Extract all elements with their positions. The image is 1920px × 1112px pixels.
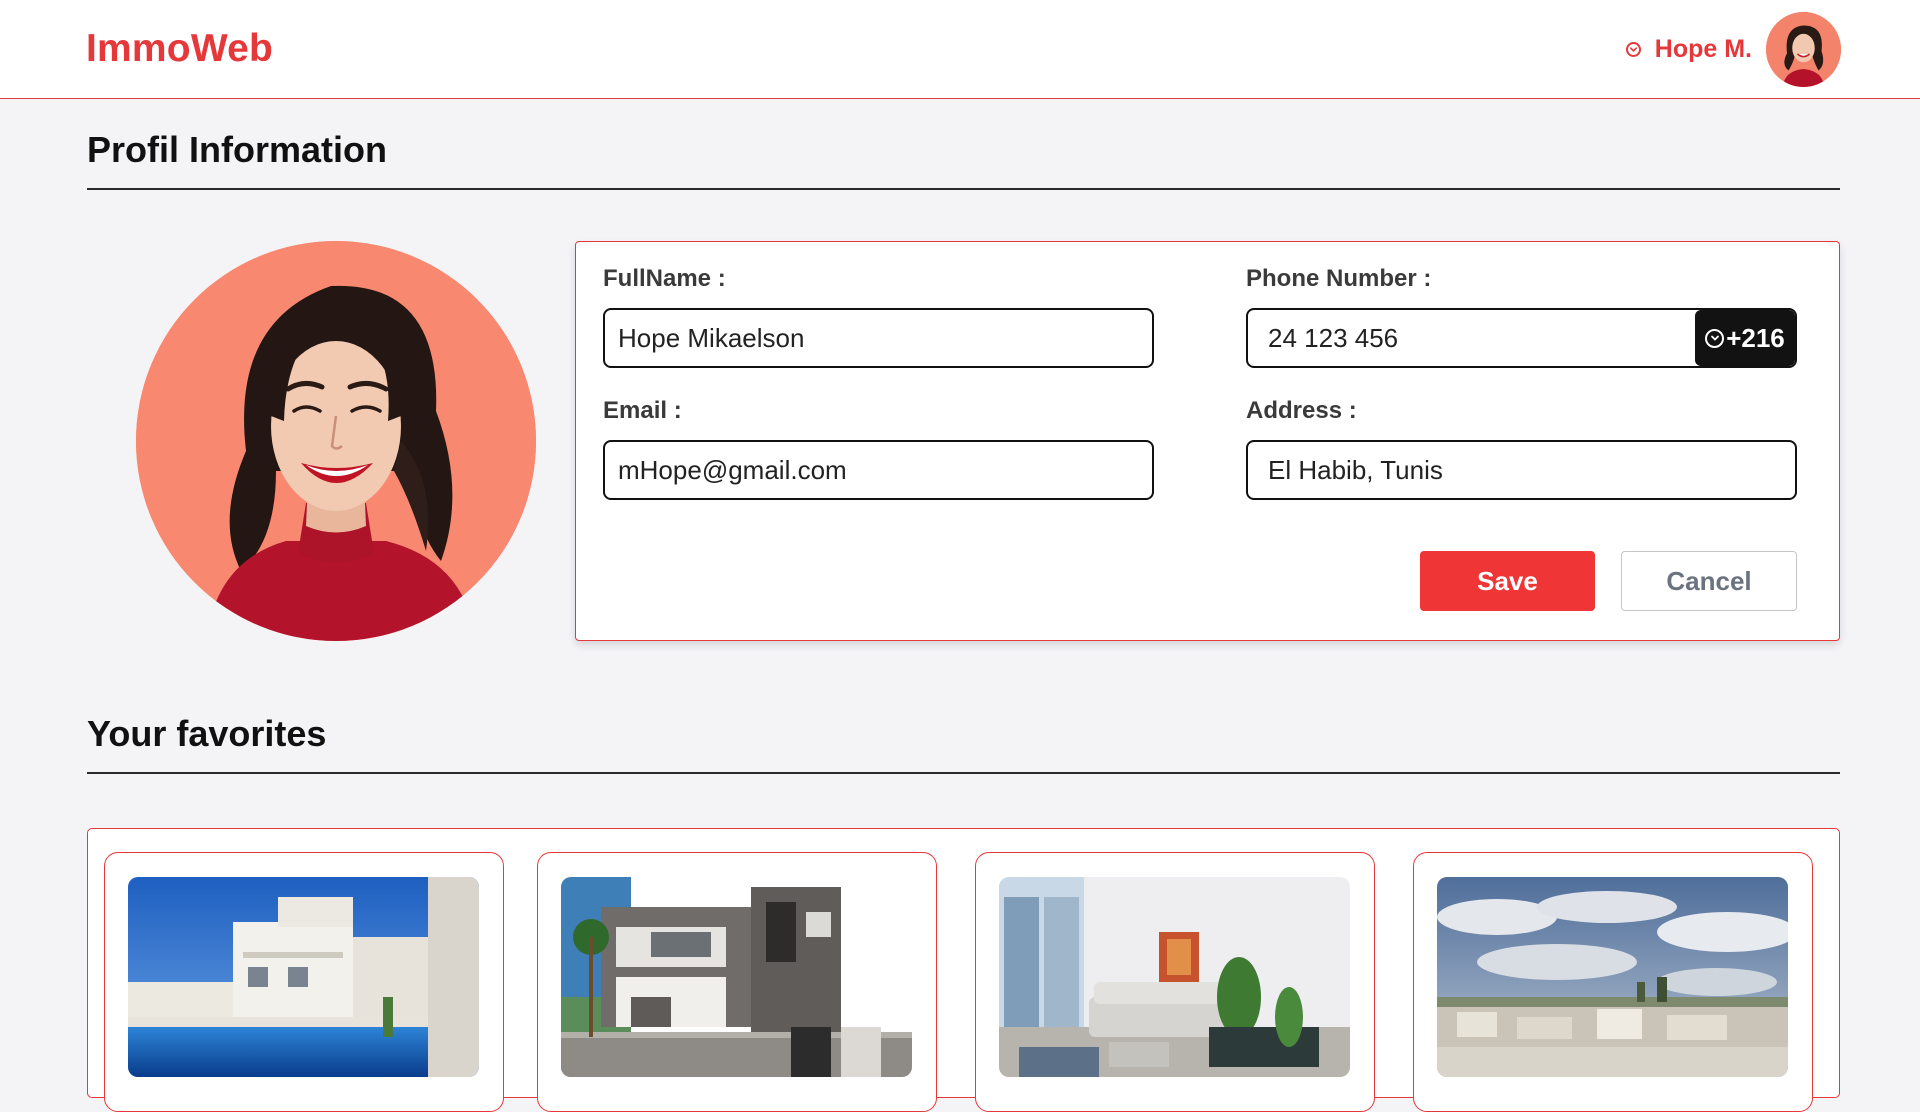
- favorites-divider: [87, 772, 1840, 774]
- user-menu[interactable]: Hope M.: [1625, 12, 1841, 87]
- favorite-card[interactable]: [104, 852, 504, 1112]
- profile-divider: [87, 188, 1840, 190]
- favorites-panel: [87, 828, 1840, 1112]
- favorites-section-title: Your favorites: [87, 713, 327, 754]
- property-photo-city-rooftop-view[interactable]: [1437, 877, 1788, 1077]
- property-photo-modern-house-facade[interactable]: [561, 877, 912, 1077]
- favorite-card[interactable]: [537, 852, 937, 1112]
- profile-section-title: Profil Information: [87, 129, 387, 170]
- country-code-value: +216: [1726, 322, 1785, 353]
- fullname-input[interactable]: [603, 308, 1154, 368]
- phone-field: +216: [1246, 308, 1797, 368]
- chevron-down-icon: [1705, 328, 1725, 348]
- property-photo-villa-with-pool[interactable]: [128, 877, 479, 1077]
- email-label: Email :: [603, 397, 682, 424]
- fullname-label: FullName :: [603, 265, 726, 292]
- profile-photo[interactable]: [136, 241, 536, 641]
- country-code-select[interactable]: +216: [1695, 310, 1795, 366]
- user-name[interactable]: Hope M.: [1655, 35, 1752, 64]
- address-label: Address :: [1246, 397, 1357, 424]
- app-logo[interactable]: ImmoWeb: [86, 27, 273, 71]
- favorite-card[interactable]: [1413, 852, 1813, 1112]
- address-input[interactable]: [1246, 440, 1797, 500]
- avatar[interactable]: [1766, 12, 1841, 87]
- favorite-card[interactable]: [975, 852, 1375, 1112]
- chevron-down-icon[interactable]: [1625, 42, 1641, 57]
- top-navbar: ImmoWeb Hope M.: [0, 0, 1920, 99]
- phone-label: Phone Number :: [1246, 265, 1432, 292]
- save-button[interactable]: Save: [1420, 551, 1595, 611]
- cancel-button[interactable]: Cancel: [1621, 551, 1797, 611]
- email-input[interactable]: [603, 440, 1154, 500]
- phone-input[interactable]: [1248, 310, 1698, 366]
- profile-form-card: FullName : Phone Number : +216 Email : A…: [575, 241, 1840, 641]
- property-photo-living-room-interior[interactable]: [999, 877, 1350, 1077]
